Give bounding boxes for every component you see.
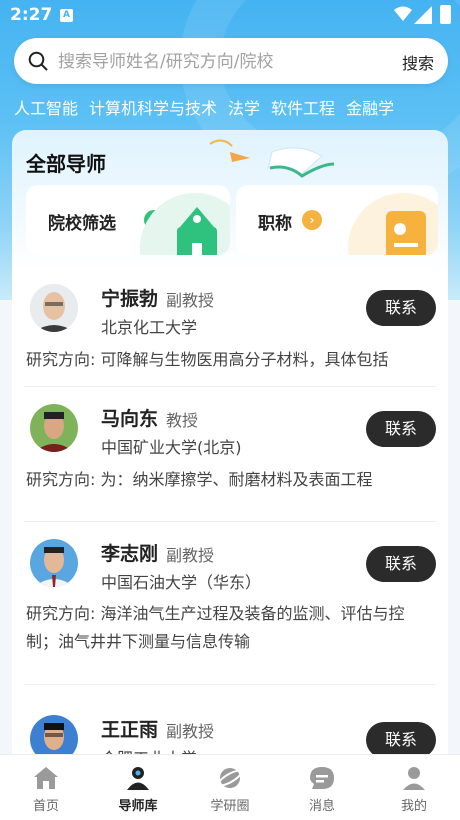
advisor-university: 北京化工大学 [101, 318, 198, 337]
status-time: 2:27 [10, 5, 53, 25]
category-tabs: 人工智能 计算机科学与技术 法学 软件工程 金融学 [14, 95, 454, 119]
search-button[interactable]: 搜索 [402, 50, 434, 74]
category-software-engineering[interactable]: 软件工程 [271, 99, 335, 118]
tab-home[interactable]: 首页 [0, 755, 92, 820]
advisor-rank: 副教授 [166, 722, 215, 741]
advisor-panel: 全部导师 院校筛选 › 职称 › [12, 130, 448, 270]
tab-research-circle[interactable]: 学研圈 [184, 755, 276, 820]
advisor-item[interactable]: 宁振勃 副教授 北京化工大学 联系 研究方向: 可降解与生物医用高分子材料，具体… [24, 268, 436, 387]
advisor-university: 中国矿业大学(北京) [101, 438, 242, 457]
chevron-right-icon: › [302, 210, 322, 230]
cellular-signal-icon [414, 6, 432, 24]
tab-advisor-library[interactable]: 导师库 [92, 755, 184, 820]
chat-bubble-icon [310, 767, 334, 789]
contact-button[interactable]: 联系 [366, 290, 436, 326]
contact-button[interactable]: 联系 [366, 722, 436, 755]
advisor-rank: 副教授 [166, 546, 215, 565]
advisor-item[interactable]: 李志刚 副教授 中国石油大学（华东） 联系 研究方向: 海洋油气生产过程及装备的… [24, 522, 436, 685]
category-cs[interactable]: 计算机科学与技术 [89, 99, 217, 118]
advisor-avatar [30, 284, 78, 332]
advisor-name: 王正雨 [101, 719, 159, 741]
status-bar: 2:27 A [0, 0, 460, 32]
category-finance[interactable]: 金融学 [346, 99, 394, 118]
advisor-name: 宁振勃 [101, 288, 159, 310]
home-icon [34, 767, 58, 789]
advisor-name: 李志刚 [101, 543, 159, 565]
book-illustration [209, 139, 335, 178]
school-filter-card[interactable]: 院校筛选 › [26, 185, 230, 255]
user-icon [403, 767, 425, 790]
school-building-icon [177, 207, 217, 255]
battery-icon [440, 5, 451, 24]
advisor-research: 研究方向: 海洋油气生产过程及装备的监测、评估与控制；油气井井下测量与信息传输 [26, 604, 405, 651]
advisor-research: 研究方向: 为：纳米摩擦学、耐磨材料及表面工程 [26, 470, 373, 489]
panel-title: 全部导师 [26, 152, 106, 176]
title-filter-label: 职称 [258, 214, 292, 234]
planet-icon [217, 768, 243, 788]
school-filter-label: 院校筛选 [48, 214, 116, 234]
title-filter-card[interactable]: 职称 › [236, 185, 438, 255]
advisor-item[interactable]: 马向东 教授 中国矿业大学(北京) 联系 研究方向: 为：纳米摩擦学、耐磨材料及… [24, 387, 436, 522]
category-law[interactable]: 法学 [228, 99, 260, 118]
advisor-icon [127, 767, 149, 790]
contact-button[interactable]: 联系 [366, 546, 436, 582]
search-icon [28, 51, 48, 71]
advisor-list: 宁振勃 副教授 北京化工大学 联系 研究方向: 可降解与生物医用高分子材料，具体… [12, 268, 448, 755]
contact-button[interactable]: 联系 [366, 411, 436, 447]
advisor-rank: 副教授 [166, 291, 215, 310]
advisor-avatar [30, 404, 78, 452]
search-input[interactable] [56, 46, 390, 78]
category-ai[interactable]: 人工智能 [14, 99, 78, 118]
wifi-icon [394, 6, 412, 21]
advisor-name: 马向东 [101, 408, 159, 430]
advisor-rank: 教授 [166, 411, 199, 430]
search-bar: 搜索 [14, 38, 448, 84]
advisor-avatar [30, 715, 78, 755]
tab-profile[interactable]: 我的 [368, 755, 460, 820]
tab-messages[interactable]: 消息 [276, 755, 368, 820]
advisor-avatar [30, 539, 78, 587]
advisor-university: 中国石油大学（华东） [101, 573, 262, 592]
app-notification-icon: A [60, 9, 73, 22]
advisor-item[interactable]: 王正雨 副教授 合肥工业大学 联系 [24, 685, 436, 755]
advisor-research: 研究方向: 可降解与生物医用高分子材料，具体包括 [26, 350, 389, 369]
certificate-icon [386, 211, 426, 255]
bottom-tab-bar: 首页 导师库 学研圈 消息 我的 [0, 754, 460, 820]
